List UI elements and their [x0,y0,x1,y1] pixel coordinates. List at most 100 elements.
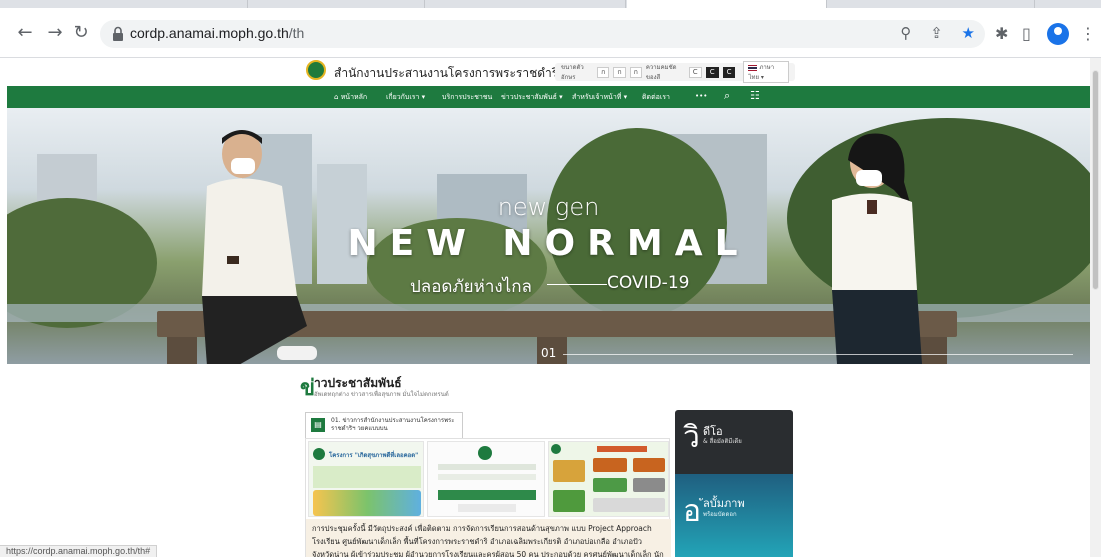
font-size-medium-button[interactable]: ก [613,66,626,78]
nav-news-label: ข่าวประชาสัมพันธ์ [501,93,557,101]
ministry-logo-icon [313,448,325,460]
thumbnail-title: โครงการ "เกิดสุขภาพดีที่เลอคอด" [329,452,419,459]
nav-news[interactable]: ข่าวประชาสัมพันธ์ ▾ [501,92,563,103]
thumbnail-text-block [438,474,536,480]
hero-divider [547,284,607,285]
video-card-initial: วิ [683,420,700,455]
ministry-logo-icon [551,444,561,454]
contrast-dark-button[interactable]: C [705,66,719,78]
news-body-text: การประชุมครั้งนี้ มีวัตถุประสงค์ เพื่อติ… [306,519,671,557]
flow-box [593,458,627,472]
menu-icon[interactable]: ⋮ [1080,24,1096,43]
nav-services-label: บริการประชาชน [442,93,493,101]
search-icon[interactable]: ⌕ [724,89,730,103]
browser-tab[interactable] [249,0,425,8]
flow-box [593,498,665,512]
news-card[interactable]: โครงการ "เกิดสุขภาพดีที่เลอคอด" การประชุ… [305,438,671,557]
nav-about[interactable]: เกี่ยวกับเรา ▾ [386,92,425,103]
language-select[interactable]: ภาษาไทย ▾ [743,61,789,83]
omnibox-actions: ⚲ ⇪ ★ [886,24,975,42]
profile-avatar[interactable] [1047,23,1069,45]
photo-card-initial: อ [683,494,702,529]
address-bar[interactable]: cordp.anamai.moph.go.th/th ⚲ ⇪ ★ [100,20,985,48]
thumbnail-header-bar [597,446,647,452]
contrast-normal-button[interactable]: C [688,66,702,78]
news-heading-subtitle: อัพเดทฤกต่าง ข่าวสารเพื่อสุขภาพ มั่นใจไม… [314,391,449,398]
contrast-label: ความคมชัดของสี [645,64,677,81]
zoom-icon[interactable]: ⚲ [900,24,911,42]
nav-services[interactable]: บริการประชาชน [442,92,492,103]
video-card-subtitle: & สื่อมัลติมีเดีย [703,438,742,445]
page-viewport: สำนักงานประสานงานโครงการพระราชดำริฯ ขนาด… [0,58,1090,557]
ministry-logo-icon [478,446,492,460]
extensions-icon[interactable]: ✱ [995,24,1008,43]
thai-flag-icon [748,64,758,71]
nav-more[interactable]: ••• [695,92,707,100]
ministry-logo-icon[interactable] [306,60,326,80]
thumbnail-banner [438,490,536,500]
bookmark-star-icon[interactable]: ★ [962,24,975,42]
nav-about-label: เกี่ยวกับเรา [386,93,420,101]
thumbnail-text-block [458,504,516,512]
font-size-large-button[interactable]: ก [629,66,642,78]
side-panel-icon[interactable]: ▯ [1022,24,1031,43]
browser-tab[interactable] [426,0,626,8]
hero-banner[interactable]: new gen NEW NORMAL ปลอดภัยห่างไกล COVID-… [7,108,1090,364]
thumbnail-text-block [313,466,421,488]
hero-covid-text: COVID-19 [607,273,690,293]
nav-contact[interactable]: ติดต่อเรา [642,92,670,103]
url-text[interactable]: cordp.anamai.moph.go.th/th [130,25,304,41]
children-illustration [313,490,421,516]
nav-staff-label: สำหรับเจ้าหน้าที่ [572,93,622,101]
share-icon[interactable]: ⇪ [930,24,943,42]
nav-staff[interactable]: สำหรับเจ้าหน้าที่ ▾ [572,92,627,103]
accessibility-toolbar: ขนาดตัวอักษร ก ก ก ความคมชัดของสี C C C … [555,61,795,83]
browser-tab-strip [0,0,1101,8]
nav-home-label: หน้าหลัก [340,93,368,101]
news-thumbnail[interactable] [548,441,669,517]
flow-box [553,490,585,512]
flow-box [593,478,627,492]
hero-subtitle: new gen [497,193,600,221]
news-heading-initial: ข่ [300,376,316,401]
font-size-small-button[interactable]: ก [597,66,610,78]
contrast-high-button[interactable]: C [722,66,736,78]
hero-thai-text: ปลอดภัยห่างไกล [410,277,532,297]
news-tab[interactable]: ▤ 01. ข่าวการสำนักงานประสานงานโครงการพระ… [305,412,463,438]
sitemap-icon[interactable]: ☷ [750,89,760,102]
reload-icon[interactable]: ↻ [70,22,92,44]
site-name[interactable]: สำนักงานประสานงานโครงการพระราชดำริฯ [334,64,565,83]
back-icon[interactable]: ← [14,22,36,44]
url-path: /th [288,25,305,41]
scrollbar-thumb[interactable] [1092,70,1099,290]
flow-box [633,458,665,472]
browser-toolbar: ← → ↻ cordp.anamai.moph.go.th/th ⚲ ⇪ ★ ✱… [0,8,1101,58]
photo-card-subtitle: พร้อมบัดดอก [703,511,737,518]
news-thumbnail[interactable]: โครงการ "เกิดสุขภาพดีที่เลอคอด" [308,441,424,517]
home-icon: ⌂ [334,93,339,101]
browser-tab-active[interactable] [627,0,827,8]
nav-contact-label: ติดต่อเรา [642,93,670,101]
news-tab-icon: ▤ [311,418,325,432]
thumbnail-text-block [438,464,536,470]
site-header: สำนักงานประสานงานโครงการพระราชดำริฯ ขนาด… [0,58,1090,86]
photo-album-card[interactable]: อ ัลบั้มภาพ พร้อมบัดดอก [675,474,793,557]
news-thumbnail[interactable] [427,441,545,517]
flow-box [633,478,665,492]
main-navigation: ⌂ หน้าหลัก เกี่ยวกับเรา ▾ บริการประชาชน … [7,86,1090,108]
video-media-card[interactable]: วิ ดีโอ & สื่อมัลติมีเดีย [675,410,793,474]
status-bar-url: https://cordp.anamai.moph.go.th/th# [0,545,158,557]
url-host: cordp.anamai.moph.go.th [130,25,289,41]
news-tab-label: 01. ข่าวการสำนักงานประสานงานโครงการพระรา… [331,417,455,432]
hero-title: NEW NORMAL [347,223,750,264]
slide-progress-line [563,354,1073,355]
lock-icon[interactable] [112,26,124,42]
browser-tab[interactable] [835,0,1035,8]
flow-box [553,460,585,482]
page-scrollbar[interactable] [1090,58,1101,557]
browser-tab[interactable] [8,0,248,8]
forward-icon[interactable]: → [44,22,66,44]
slide-number[interactable]: 01 [541,346,556,360]
font-size-label: ขนาดตัวอักษร [561,64,584,81]
nav-home[interactable]: ⌂ หน้าหลัก [334,92,367,103]
